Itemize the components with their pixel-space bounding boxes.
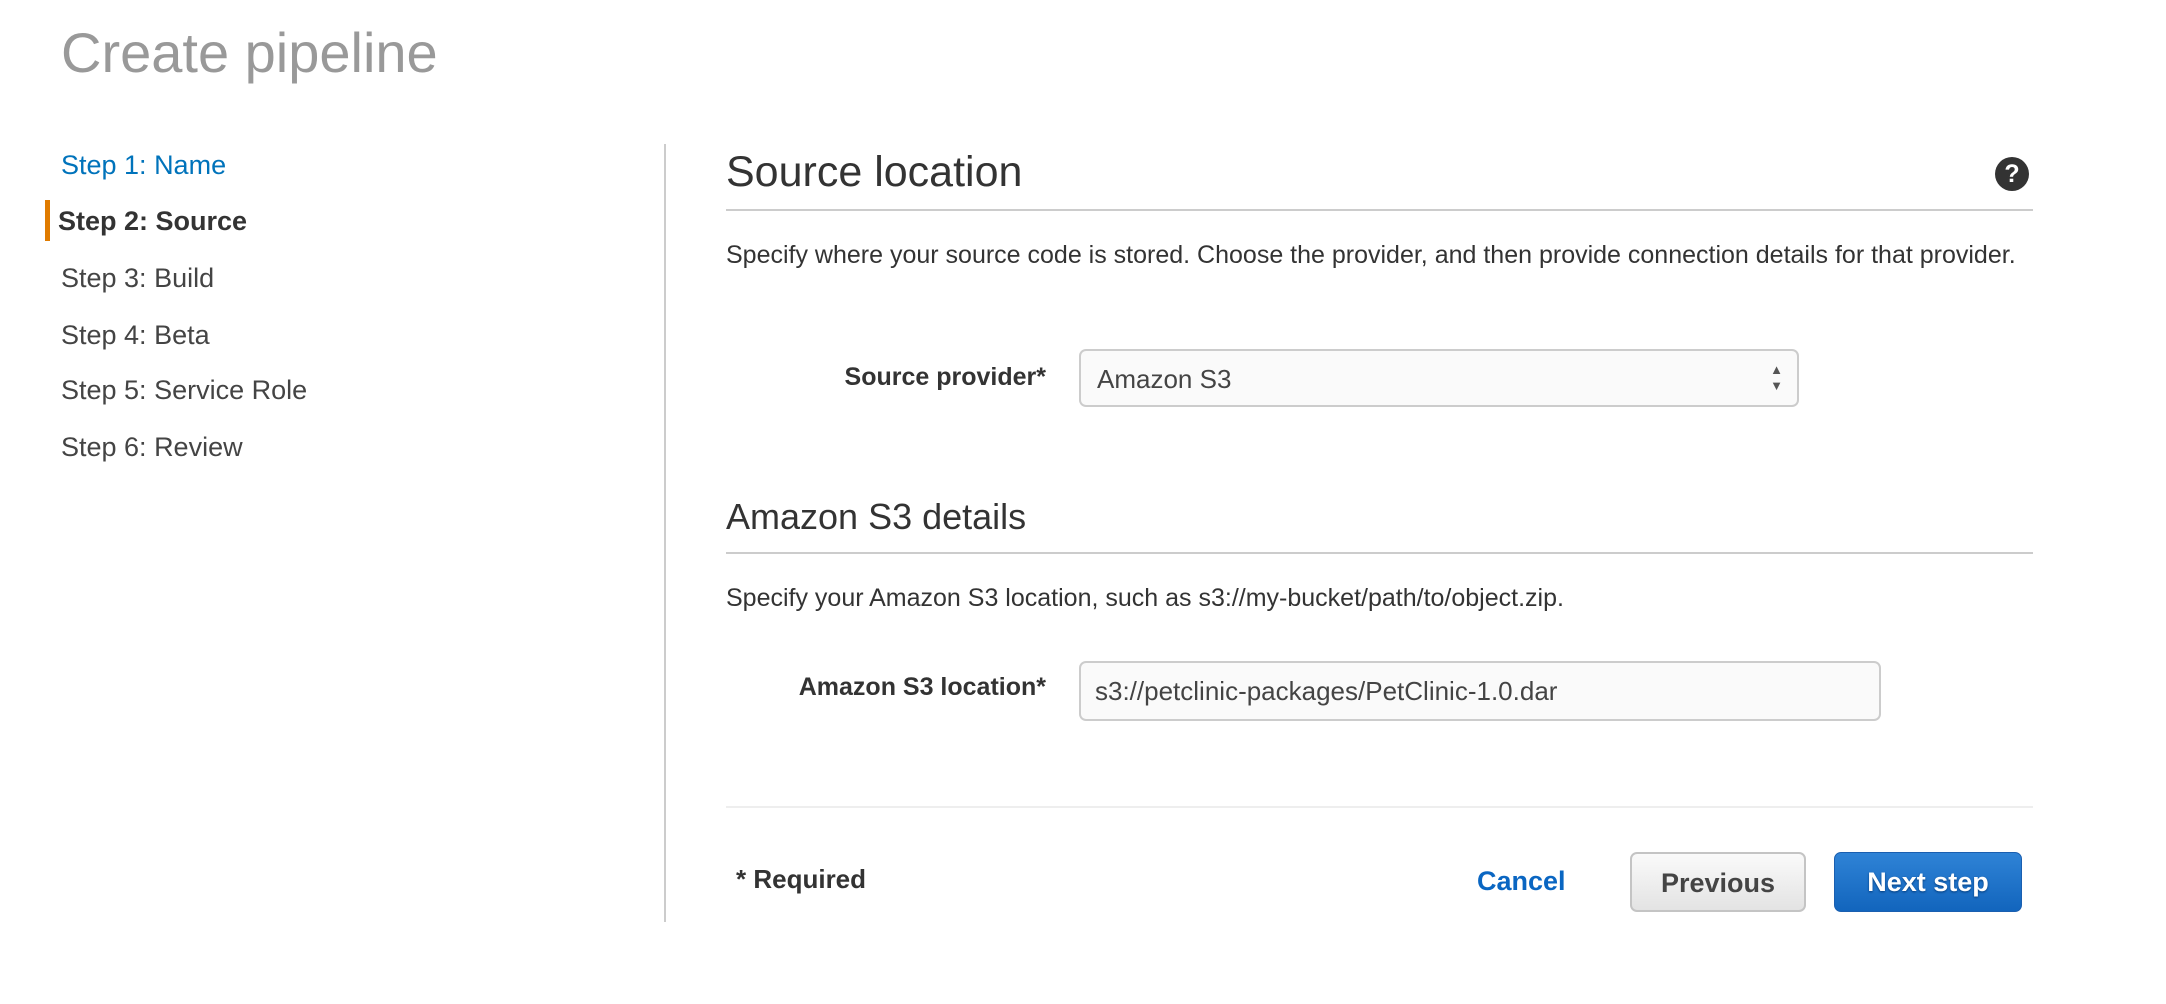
previous-button[interactable]: Previous [1630,852,1806,912]
source-provider-label: Source provider* [844,363,1046,391]
source-provider-value: Amazon S3 [1097,364,1232,394]
step-service-role: Step 5: Service Role [61,375,308,405]
s3-location-input[interactable] [1079,661,1881,721]
step-source: Step 2: Source [58,206,248,236]
source-description: Specify where your source code is stored… [726,241,2016,269]
source-location-heading: Source location [726,148,1023,196]
step-name[interactable]: Step 1: Name [61,148,226,182]
select-arrows-icon: ▲ ▼ [1770,362,1783,393]
help-icon[interactable]: ? [1995,157,2029,191]
vertical-divider [664,144,666,922]
divider [726,806,2033,808]
cancel-link[interactable]: Cancel [1477,866,1566,897]
s3-location-label: Amazon S3 location* [798,673,1046,701]
s3-description: Specify your Amazon S3 location, such as… [726,584,1564,612]
divider [726,209,2033,211]
step-beta: Step 4: Beta [61,320,210,350]
source-provider-select[interactable]: Amazon S3 ▲ ▼ [1079,349,1799,407]
step-review: Step 6: Review [61,432,243,462]
page-title: Create pipeline [61,21,438,84]
active-step-indicator [45,200,50,241]
s3-details-heading: Amazon S3 details [726,496,1027,537]
step-build: Step 3: Build [61,263,215,293]
required-note: * Required [736,864,867,894]
divider [726,552,2033,554]
next-step-button[interactable]: Next step [1834,852,2022,912]
